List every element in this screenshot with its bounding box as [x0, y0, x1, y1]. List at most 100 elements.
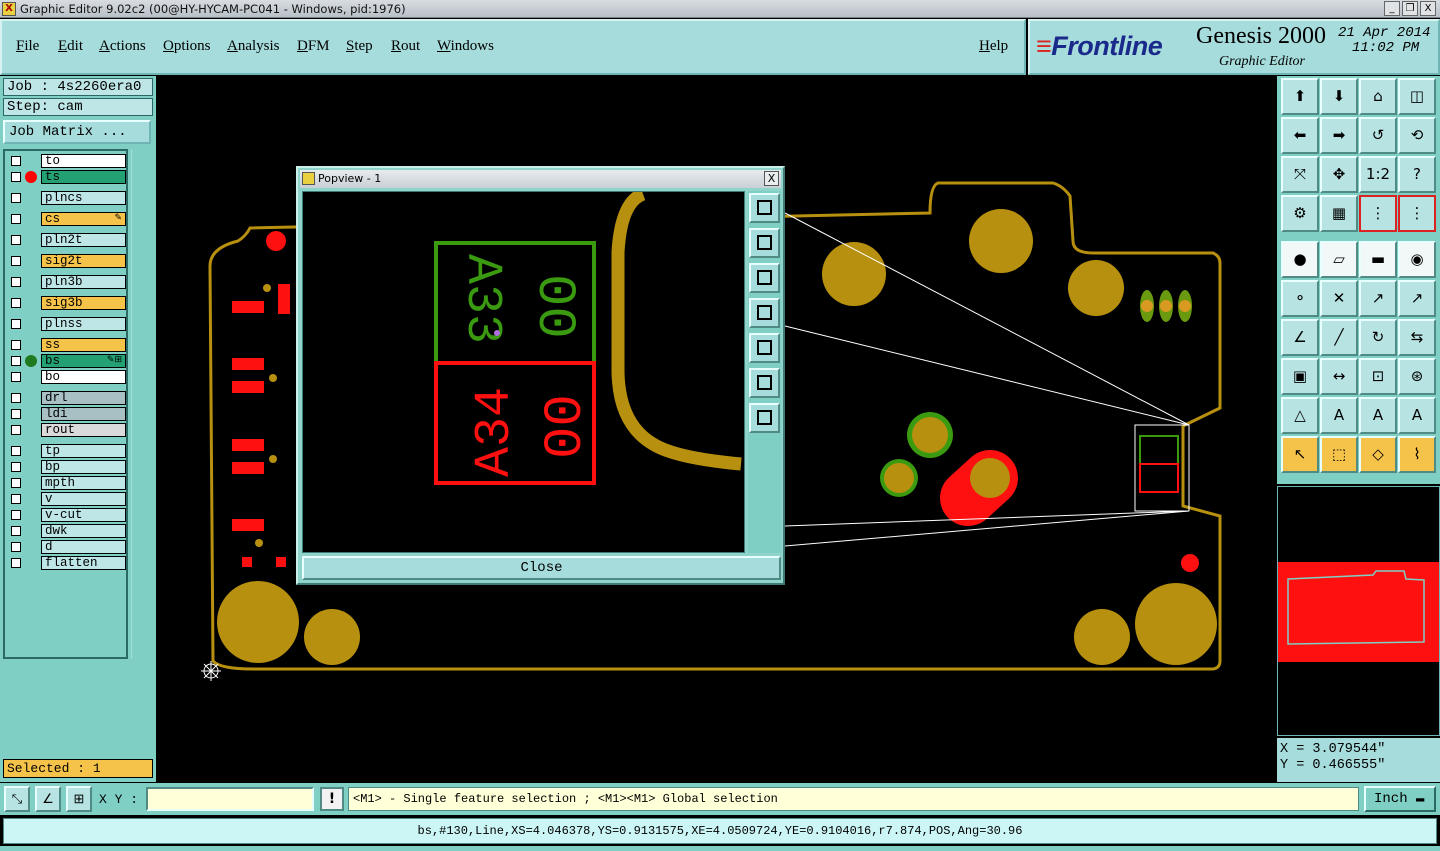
menu-rout[interactable]: Rout: [391, 38, 420, 55]
layer-checkbox[interactable]: [11, 393, 21, 403]
layer-checkbox[interactable]: [11, 235, 21, 245]
popview-close-button[interactable]: Close: [302, 556, 781, 580]
layer-name[interactable]: plnss: [41, 317, 126, 331]
pan-up-icon[interactable]: ⬆: [1281, 78, 1319, 115]
layer-checkbox[interactable]: [11, 409, 21, 419]
units-dropdown[interactable]: Inch ▬: [1364, 786, 1436, 812]
menu-dfm[interactable]: DFM: [297, 38, 330, 55]
arc-icon[interactable]: ↻: [1359, 319, 1397, 356]
menu-analysis[interactable]: Analysis: [227, 38, 280, 55]
layer-checkbox[interactable]: [11, 172, 21, 182]
popview-zoom-icon[interactable]: [749, 193, 780, 223]
maximize-button[interactable]: ❐: [1402, 1, 1418, 16]
xy-input[interactable]: [146, 787, 314, 811]
scale-icon[interactable]: 1:2: [1359, 156, 1397, 193]
triangle-icon[interactable]: △: [1281, 397, 1319, 434]
layers-icon[interactable]: ⋮: [1398, 195, 1436, 232]
snap-icon[interactable]: ⋮: [1359, 195, 1397, 232]
layer-name[interactable]: sig3b: [41, 296, 126, 310]
layer-name[interactable]: flatten: [41, 556, 126, 570]
layer-name[interactable]: ss: [41, 338, 126, 352]
select-box-icon[interactable]: ◉: [1398, 241, 1436, 278]
snap-corner-icon[interactable]: ⤡: [4, 786, 30, 812]
popview-pan-left-icon[interactable]: [749, 298, 780, 328]
layer-name[interactable]: tp: [41, 444, 126, 458]
layer-name[interactable]: bo: [41, 370, 126, 384]
redraw-icon[interactable]: ⟲: [1398, 117, 1436, 154]
layer-name[interactable]: mpth: [41, 476, 126, 490]
move-icon[interactable]: ↗: [1359, 280, 1397, 317]
pad-edit-icon[interactable]: ▣: [1281, 358, 1319, 395]
layer-name[interactable]: ldi: [41, 407, 126, 421]
select-net-icon[interactable]: ⌇: [1398, 436, 1436, 473]
minimize-button[interactable]: _: [1384, 1, 1400, 16]
layer-row-ldi[interactable]: ldi: [7, 407, 126, 421]
layer-row-plncs[interactable]: plncs: [7, 191, 126, 205]
layer-checkbox[interactable]: [11, 298, 21, 308]
zoom-home-icon[interactable]: ✥: [1320, 156, 1358, 193]
layer-checkbox[interactable]: [11, 558, 21, 568]
layer-checkbox[interactable]: [11, 319, 21, 329]
layer-name[interactable]: pln2t: [41, 233, 126, 247]
select-pointer-icon[interactable]: ↖: [1281, 436, 1319, 473]
layer-row-drl[interactable]: drl: [7, 391, 126, 405]
add-pad-icon[interactable]: ●: [1281, 241, 1319, 278]
group-icon[interactable]: ⊛: [1398, 358, 1436, 395]
layer-row-ss[interactable]: ss: [7, 338, 126, 352]
job-matrix-button[interactable]: Job Matrix ...: [3, 120, 151, 144]
menu-step[interactable]: Step: [346, 38, 373, 55]
measure-icon[interactable]: ▬: [1359, 241, 1397, 278]
popview-pan-up-icon[interactable]: [749, 228, 780, 258]
layer-checkbox[interactable]: [11, 542, 21, 552]
layer-row-ts[interactable]: ts: [7, 170, 126, 184]
add-surface-icon[interactable]: ▱: [1320, 241, 1358, 278]
shape-c-icon[interactable]: A: [1398, 397, 1436, 434]
overview-minimap[interactable]: [1277, 486, 1440, 736]
layer-row-sig2t[interactable]: sig2t: [7, 254, 126, 268]
menu-file[interactable]: File: [16, 38, 39, 55]
layer-checkbox[interactable]: [11, 156, 21, 166]
layer-checkbox[interactable]: [11, 356, 21, 366]
layer-checkbox[interactable]: [11, 462, 21, 472]
layer-row-pln2t[interactable]: pln2t: [7, 233, 126, 247]
mirror-icon[interactable]: ⇆: [1398, 319, 1436, 356]
layer-list-scrollbar[interactable]: [131, 149, 153, 659]
layer-row-bp[interactable]: bp: [7, 460, 126, 474]
layer-name[interactable]: bp: [41, 460, 126, 474]
layer-name[interactable]: plncs: [41, 191, 126, 205]
layer-name[interactable]: v: [41, 492, 126, 506]
layer-name[interactable]: rout: [41, 423, 126, 437]
layer-row-d[interactable]: d: [7, 540, 126, 554]
line-icon[interactable]: ╱: [1320, 319, 1358, 356]
pan-right-icon[interactable]: ➡: [1320, 117, 1358, 154]
snap-angle-icon[interactable]: ∠: [35, 786, 61, 812]
layer-name[interactable]: sig2t: [41, 254, 126, 268]
close-window-button[interactable]: X: [1420, 1, 1436, 16]
layer-checkbox[interactable]: [11, 526, 21, 536]
layer-name[interactable]: to: [41, 154, 126, 168]
layer-row-pln3b[interactable]: pln3b: [7, 275, 126, 289]
popview-canvas[interactable]: A33 00 A34 00: [302, 187, 745, 553]
layer-checkbox[interactable]: [11, 214, 21, 224]
menu-windows[interactable]: Windows: [437, 38, 494, 55]
shape-a-icon[interactable]: A: [1320, 397, 1358, 434]
layer-name[interactable]: cs: [41, 212, 126, 226]
shape-b-icon[interactable]: A: [1359, 397, 1397, 434]
layer-checkbox[interactable]: [11, 425, 21, 435]
layer-name[interactable]: v-cut: [41, 508, 126, 522]
connect-icon[interactable]: ⚬: [1281, 280, 1319, 317]
layer-row-dwk[interactable]: dwk: [7, 524, 126, 538]
select-box-pointer-icon[interactable]: ⬚: [1320, 436, 1358, 473]
pan-left-icon[interactable]: ⬅: [1281, 117, 1319, 154]
layer-row-to[interactable]: to: [7, 154, 126, 168]
resize-icon[interactable]: ⊡: [1359, 358, 1397, 395]
popview-zoom-out-icon[interactable]: [749, 368, 780, 398]
layer-checkbox[interactable]: [11, 494, 21, 504]
help-icon[interactable]: ?: [1398, 156, 1436, 193]
layer-checkbox[interactable]: [11, 193, 21, 203]
menu-options[interactable]: Options: [163, 38, 211, 55]
layer-row-mpth[interactable]: mpth: [7, 476, 126, 490]
stretch-icon[interactable]: ↔: [1320, 358, 1358, 395]
warning-button[interactable]: !: [320, 787, 344, 811]
layer-row-v[interactable]: v: [7, 492, 126, 506]
